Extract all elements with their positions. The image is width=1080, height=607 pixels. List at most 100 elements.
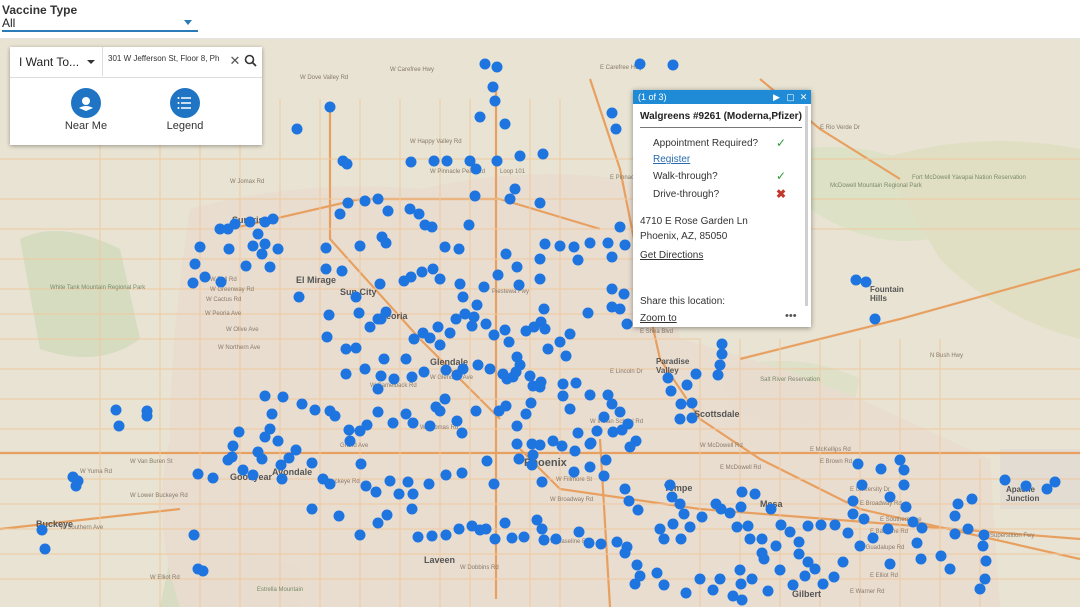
vaccine-site-marker[interactable]	[560, 350, 572, 362]
vaccine-site-marker[interactable]	[418, 366, 430, 378]
vaccine-site-marker[interactable]	[793, 536, 805, 548]
vaccine-site-marker[interactable]	[321, 331, 333, 343]
vaccine-site-marker[interactable]	[489, 95, 501, 107]
vaccine-site-marker[interactable]	[222, 454, 234, 466]
vaccine-site-marker[interactable]	[275, 459, 287, 471]
vaccine-site-marker[interactable]	[867, 532, 879, 544]
vaccine-site-marker[interactable]	[854, 540, 866, 552]
vaccine-site-marker[interactable]	[252, 228, 264, 240]
vaccine-site-marker[interactable]	[240, 260, 252, 272]
vaccine-site-marker[interactable]	[520, 408, 532, 420]
vaccine-site-marker[interactable]	[320, 242, 332, 254]
vaccine-site-marker[interactable]	[735, 501, 747, 513]
vaccine-site-marker[interactable]	[907, 516, 919, 528]
vaccine-site-marker[interactable]	[514, 359, 526, 371]
vaccine-site-marker[interactable]	[651, 567, 663, 579]
vaccine-site-marker[interactable]	[244, 216, 256, 228]
vaccine-site-marker[interactable]	[966, 493, 978, 505]
vaccine-site-marker[interactable]	[215, 276, 227, 288]
vaccine-site-marker[interactable]	[564, 328, 576, 340]
vaccine-site-marker[interactable]	[441, 155, 453, 167]
vaccine-site-marker[interactable]	[426, 530, 438, 542]
vaccine-site-marker[interactable]	[712, 369, 724, 381]
vaccine-site-marker[interactable]	[355, 458, 367, 470]
vaccine-site-marker[interactable]	[556, 440, 568, 452]
vaccine-site-marker[interactable]	[696, 511, 708, 523]
vaccine-site-marker[interactable]	[686, 412, 698, 424]
vaccine-site-marker[interactable]	[882, 523, 894, 535]
vaccine-type-select[interactable]: All	[2, 16, 198, 32]
vaccine-site-marker[interactable]	[614, 406, 626, 418]
vaccine-site-marker[interactable]	[583, 537, 595, 549]
vaccine-site-marker[interactable]	[662, 372, 674, 384]
vaccine-site-marker[interactable]	[434, 405, 446, 417]
vaccine-site-marker[interactable]	[432, 321, 444, 333]
vaccine-site-marker[interactable]	[539, 323, 551, 335]
vaccine-site-marker[interactable]	[518, 531, 530, 543]
vaccine-site-marker[interactable]	[847, 495, 859, 507]
vaccine-site-marker[interactable]	[468, 311, 480, 323]
vaccine-site-marker[interactable]	[675, 533, 687, 545]
vaccine-site-marker[interactable]	[223, 243, 235, 255]
vaccine-site-marker[interactable]	[915, 553, 927, 565]
vaccine-site-marker[interactable]	[457, 291, 469, 303]
vaccine-site-marker[interactable]	[680, 587, 692, 599]
vaccine-site-marker[interactable]	[434, 273, 446, 285]
vaccine-site-marker[interactable]	[978, 529, 990, 541]
vaccine-site-marker[interactable]	[736, 486, 748, 498]
vaccine-site-marker[interactable]	[227, 440, 239, 452]
vaccine-site-marker[interactable]	[412, 531, 424, 543]
vaccine-site-marker[interactable]	[623, 495, 635, 507]
vaccine-site-marker[interactable]	[977, 540, 989, 552]
vaccine-site-marker[interactable]	[380, 306, 392, 318]
vaccine-site-marker[interactable]	[658, 533, 670, 545]
vaccine-site-marker[interactable]	[869, 313, 881, 325]
vaccine-site-marker[interactable]	[584, 461, 596, 473]
vaccine-site-marker[interactable]	[406, 371, 418, 383]
vaccine-site-marker[interactable]	[359, 195, 371, 207]
vaccine-site-marker[interactable]	[684, 521, 696, 533]
vaccine-site-marker[interactable]	[746, 573, 758, 585]
vaccine-site-marker[interactable]	[237, 464, 249, 476]
vaccine-site-marker[interactable]	[511, 438, 523, 450]
vaccine-site-marker[interactable]	[247, 240, 259, 252]
vaccine-site-marker[interactable]	[434, 339, 446, 351]
vaccine-site-marker[interactable]	[856, 479, 868, 491]
vaccine-site-marker[interactable]	[381, 509, 393, 521]
vaccine-site-marker[interactable]	[513, 453, 525, 465]
vaccine-site-marker[interactable]	[188, 529, 200, 541]
vaccine-site-marker[interactable]	[350, 342, 362, 354]
vaccine-site-marker[interactable]	[378, 353, 390, 365]
vaccine-site-marker[interactable]	[962, 523, 974, 535]
vaccine-site-marker[interactable]	[276, 473, 288, 485]
vaccine-site-marker[interactable]	[480, 318, 492, 330]
vaccine-site-marker[interactable]	[531, 514, 543, 526]
vaccine-site-marker[interactable]	[324, 405, 336, 417]
vaccine-site-marker[interactable]	[499, 118, 511, 130]
vaccine-site-marker[interactable]	[667, 59, 679, 71]
vaccine-site-marker[interactable]	[557, 390, 569, 402]
close-icon[interactable]: ✕	[228, 53, 242, 69]
vaccine-site-marker[interactable]	[716, 338, 728, 350]
vaccine-site-marker[interactable]	[277, 391, 289, 403]
vaccine-site-marker[interactable]	[453, 523, 465, 535]
vaccine-site-marker[interactable]	[320, 263, 332, 275]
vaccine-site-marker[interactable]	[323, 309, 335, 321]
vaccine-site-marker[interactable]	[487, 81, 499, 93]
zoom-to-link[interactable]: Zoom to	[640, 313, 677, 324]
vaccine-site-marker[interactable]	[440, 529, 452, 541]
vaccine-site-marker[interactable]	[491, 61, 503, 73]
vaccine-site-marker[interactable]	[499, 324, 511, 336]
vaccine-site-marker[interactable]	[809, 563, 821, 575]
vaccine-site-marker[interactable]	[374, 278, 386, 290]
vaccine-site-marker[interactable]	[1020, 480, 1032, 492]
vaccine-site-marker[interactable]	[606, 283, 618, 295]
vaccine-site-marker[interactable]	[492, 269, 504, 281]
vaccine-site-marker[interactable]	[690, 368, 702, 380]
vaccine-site-marker[interactable]	[259, 390, 271, 402]
vaccine-site-marker[interactable]	[606, 251, 618, 263]
vaccine-site-marker[interactable]	[611, 536, 623, 548]
vaccine-site-marker[interactable]	[999, 474, 1011, 486]
vaccine-site-marker[interactable]	[736, 594, 748, 606]
vaccine-site-marker[interactable]	[453, 243, 465, 255]
